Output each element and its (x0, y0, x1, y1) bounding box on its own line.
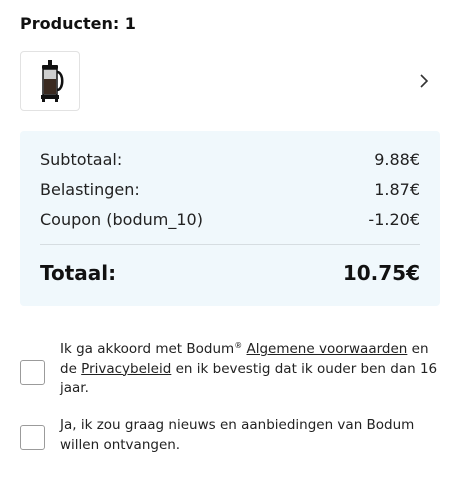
product-thumbnail[interactable] (20, 51, 80, 111)
french-press-icon (41, 60, 64, 102)
total-row: Totaal: 10.75€ (40, 258, 420, 288)
products-header: Producten: 1 (20, 14, 136, 33)
taxes-row: Belastingen: 1.87€ (40, 177, 420, 201)
subtotal-value: 9.88€ (374, 149, 420, 169)
taxes-label: Belastingen: (40, 179, 140, 199)
terms-link[interactable]: Algemene voorwaarden (246, 341, 407, 357)
taxes-value: 1.87€ (374, 179, 420, 199)
chevron-right-icon[interactable] (412, 69, 436, 93)
newsletter-text: Ja, ik zou graag nieuws en aanbiedingen … (60, 417, 415, 453)
terms-checkbox[interactable] (20, 360, 45, 385)
order-summary: Subtotaal: 9.88€ Belastingen: 1.87€ Coup… (20, 131, 440, 306)
coupon-row: Coupon (bodum_10) -1.20€ (40, 207, 420, 231)
newsletter-checkbox[interactable] (20, 425, 45, 450)
product-row[interactable] (20, 51, 440, 111)
terms-text-before: Ik ga akkoord met Bodum (60, 341, 235, 357)
total-label: Totaal: (40, 261, 117, 285)
registered-mark: ® (234, 341, 243, 350)
subtotal-label: Subtotaal: (40, 149, 123, 169)
newsletter-consent: Ja, ik zou graag nieuws en aanbiedingen … (20, 416, 440, 460)
coupon-label: Coupon (bodum_10) (40, 209, 203, 229)
summary-divider (40, 244, 420, 245)
terms-text: Ik ga akkoord met Bodum® Algemene voorwa… (60, 340, 438, 399)
total-value: 10.75€ (342, 261, 420, 285)
terms-consent: Ik ga akkoord met Bodum® Algemene voorwa… (20, 340, 440, 404)
subtotal-row: Subtotaal: 9.88€ (40, 147, 420, 171)
coupon-value: -1.20€ (368, 209, 420, 229)
privacy-link[interactable]: Privacybeleid (81, 361, 171, 377)
